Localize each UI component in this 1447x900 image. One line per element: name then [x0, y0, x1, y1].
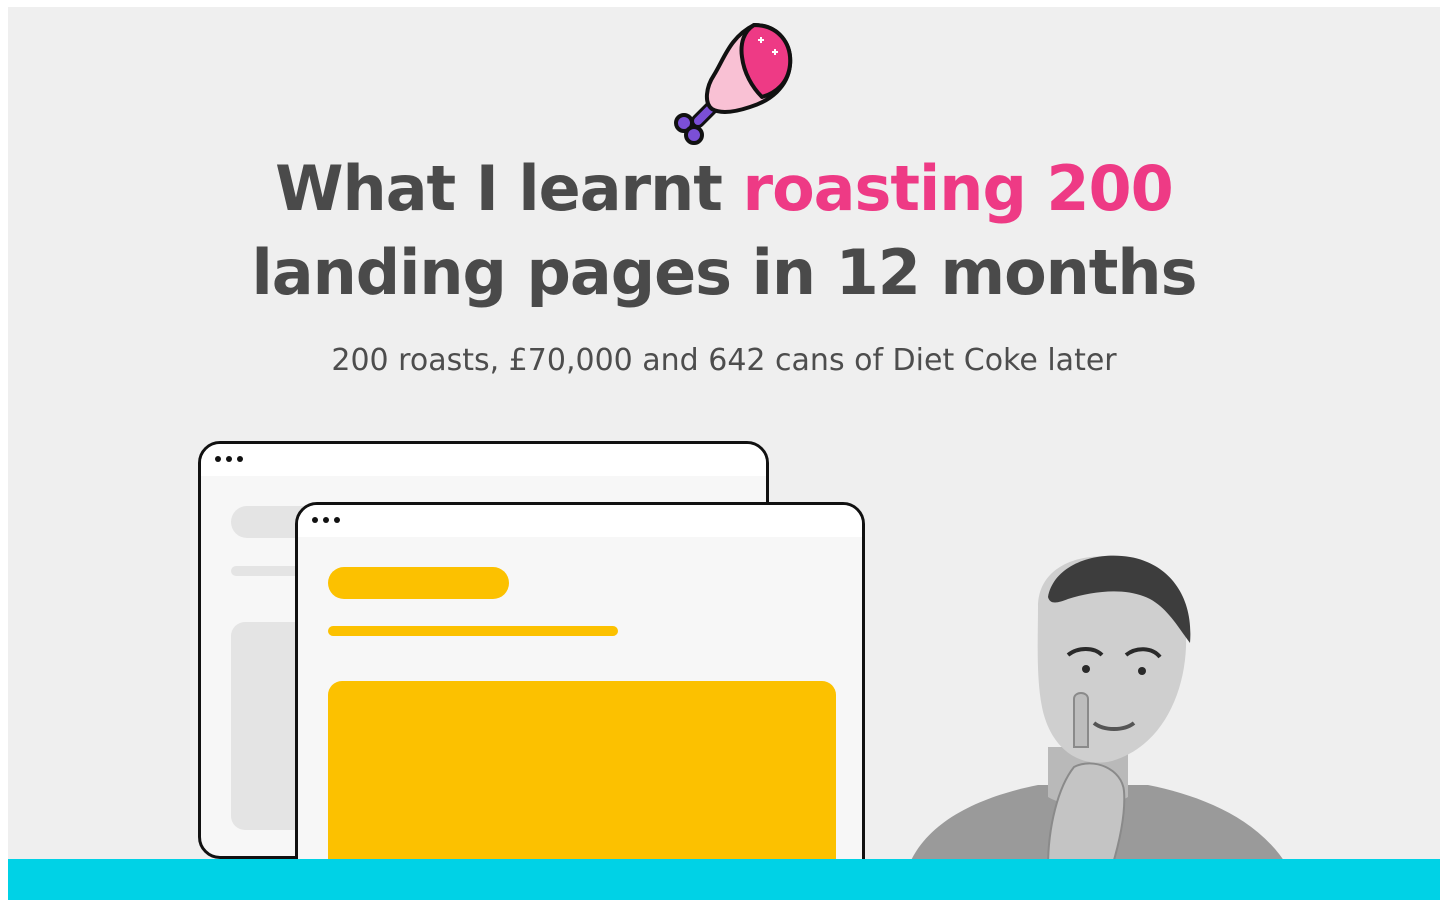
subtitle: 200 roasts, £70,000 and 642 cans of Diet… — [331, 343, 1117, 378]
bottom-accent-bar — [8, 859, 1440, 900]
window-dots-icon — [215, 456, 243, 462]
window-title-bar — [201, 444, 766, 476]
page-title: What I learnt roasting 200 landing pages … — [8, 147, 1440, 315]
headline-accent: roasting 200 — [742, 152, 1174, 225]
chicken-drumstick-icon — [674, 23, 793, 145]
window-title-bar — [298, 505, 862, 537]
hero-banner: What I learnt roasting 200 landing pages … — [8, 7, 1440, 900]
headline-part-1: What I learnt — [275, 152, 743, 225]
browser-window-front — [295, 502, 865, 900]
thinking-man-photo — [908, 555, 1288, 867]
highlight-line — [328, 626, 618, 636]
headline-part-2: landing pages in 12 months — [251, 236, 1198, 309]
highlight-pill — [328, 567, 509, 599]
window-dots-icon — [312, 517, 340, 523]
